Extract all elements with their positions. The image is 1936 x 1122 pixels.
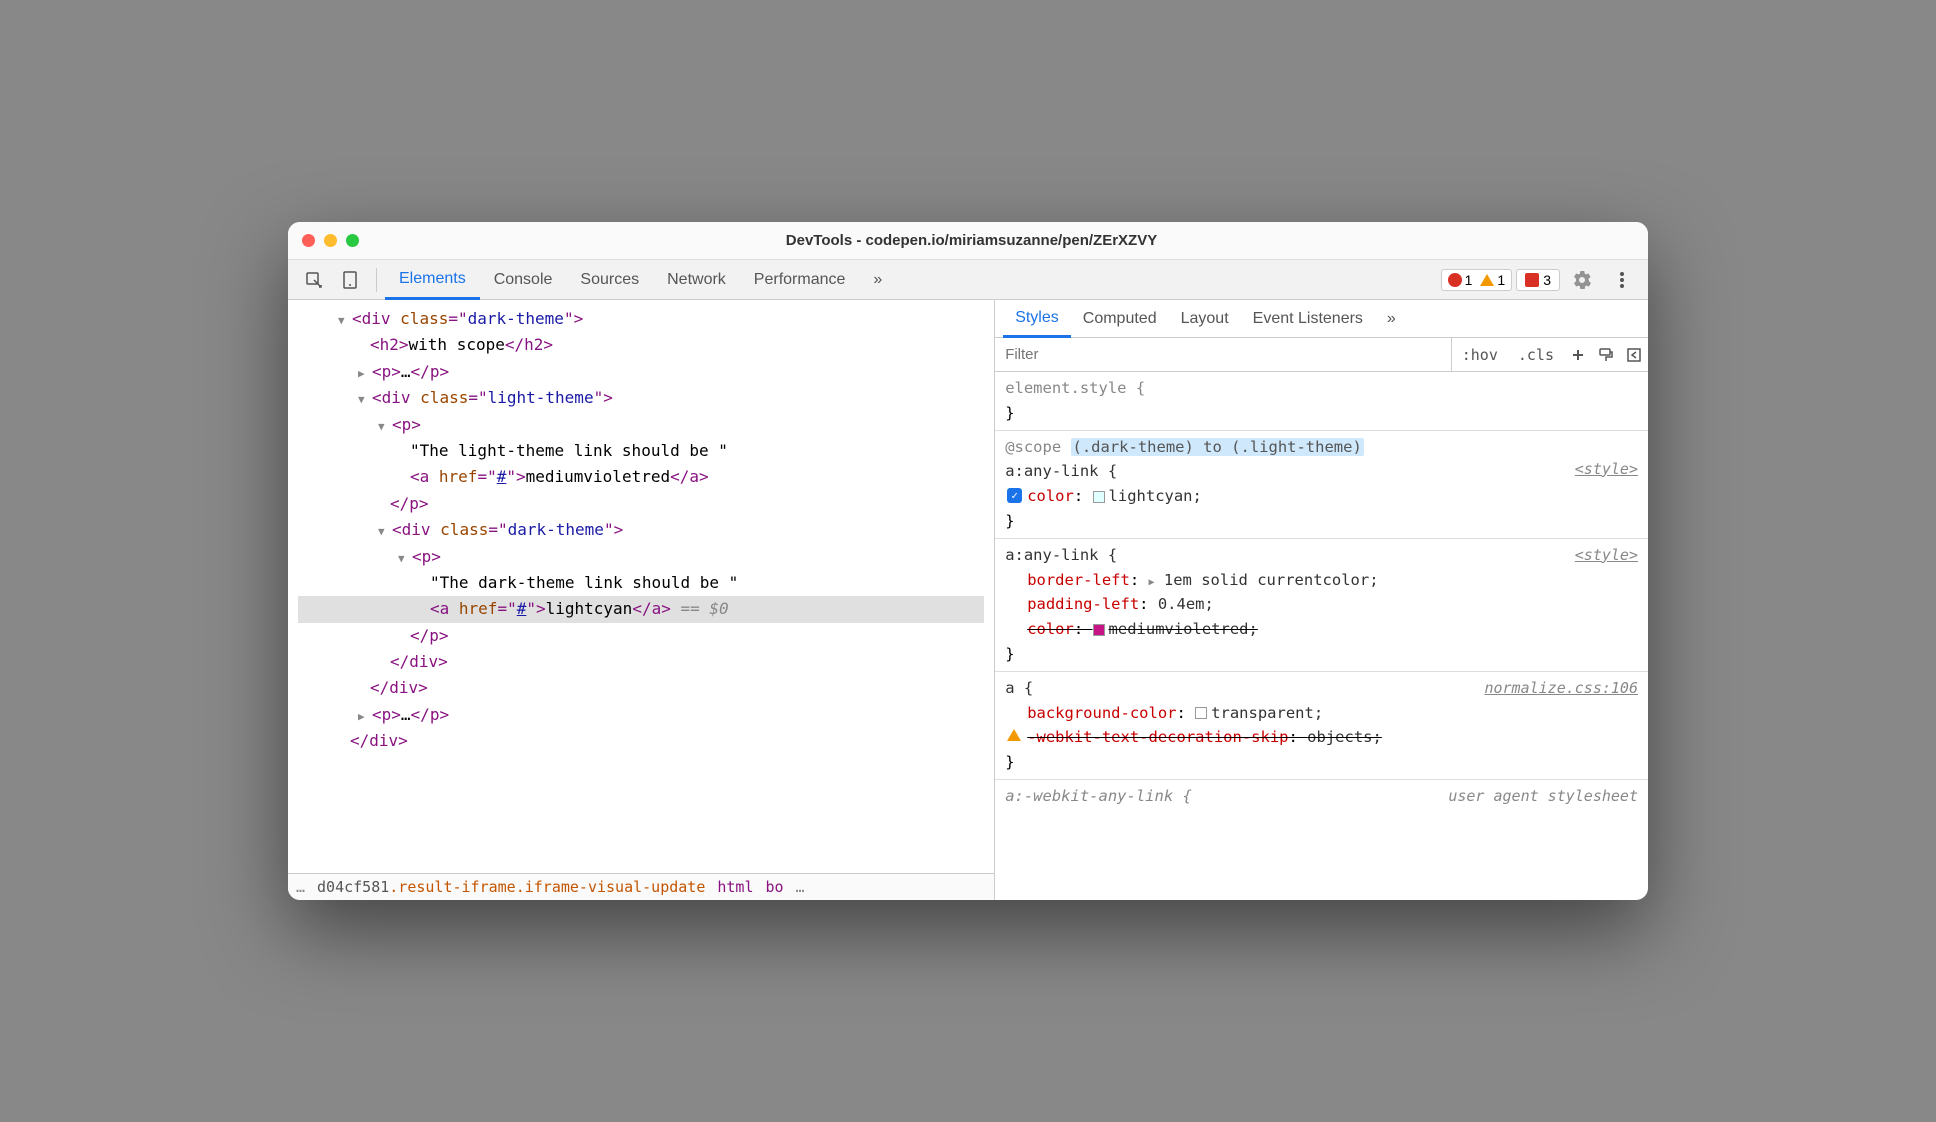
dom-node[interactable]: ▼<p> (298, 544, 984, 570)
console-badges[interactable]: 1 1 (1441, 269, 1513, 291)
main-tabs: Elements Console Sources Network Perform… (385, 260, 896, 299)
styles-tabs: Styles Computed Layout Event Listeners » (995, 300, 1648, 338)
breadcrumb-ellipsis[interactable]: … (796, 878, 805, 896)
main-toolbar: Elements Console Sources Network Perform… (288, 260, 1648, 300)
dom-node[interactable]: </div> (298, 728, 984, 754)
computed-toggle-icon[interactable] (1620, 347, 1648, 363)
dom-node[interactable]: </div> (298, 675, 984, 701)
dom-node[interactable]: <a href="#">mediumvioletred</a> (298, 464, 984, 490)
dom-node[interactable]: ▼<div class="dark-theme"> (298, 517, 984, 543)
styles-panel: Styles Computed Layout Event Listeners »… (995, 300, 1648, 900)
tab-more[interactable]: » (859, 260, 896, 299)
tab-console[interactable]: Console (480, 260, 567, 299)
filter-input[interactable] (995, 338, 1452, 371)
tab-performance[interactable]: Performance (740, 260, 860, 299)
devtools-window: DevTools - codepen.io/miriamsuzanne/pen/… (288, 222, 1648, 900)
breadcrumb-item[interactable]: d04cf581.result-iframe.iframe-visual-upd… (317, 878, 705, 896)
brace: } (1005, 401, 1638, 426)
color-swatch[interactable] (1195, 707, 1207, 719)
breadcrumbs[interactable]: … d04cf581.result-iframe.iframe-visual-u… (288, 873, 994, 900)
source-link[interactable]: normalize.css:106 (1484, 676, 1638, 700)
source-link[interactable]: <style> (1575, 457, 1638, 481)
kebab-icon[interactable] (1608, 266, 1636, 294)
selector: element.style { (1005, 376, 1638, 401)
cls-button[interactable]: .cls (1508, 346, 1564, 364)
titlebar: DevTools - codepen.io/miriamsuzanne/pen/… (288, 222, 1648, 260)
brace: } (1005, 750, 1638, 775)
issues-badge[interactable]: 3 (1516, 269, 1560, 291)
dom-node[interactable]: <h2>with scope</h2> (298, 332, 984, 358)
color-swatch[interactable] (1093, 491, 1105, 503)
toolbar-right: 1 1 3 (1441, 266, 1640, 294)
css-property[interactable]: padding-left: 0.4em; (1005, 592, 1638, 617)
main-panels: ▼<div class="dark-theme"> <h2>with scope… (288, 300, 1648, 900)
paint-icon[interactable] (1592, 347, 1620, 363)
hov-button[interactable]: :hov (1452, 346, 1508, 364)
tab-more[interactable]: » (1375, 300, 1408, 337)
separator (376, 268, 377, 292)
gear-icon[interactable] (1568, 266, 1596, 294)
css-property-invalid[interactable]: -webkit-text-decoration-skip: objects; (1005, 725, 1638, 750)
selector: a:any-link { (1005, 543, 1638, 568)
dom-text[interactable]: "The dark-theme link should be " (298, 570, 984, 596)
elements-panel: ▼<div class="dark-theme"> <h2>with scope… (288, 300, 995, 900)
style-rule[interactable]: @scope (.dark-theme) to (.light-theme) a… (995, 431, 1648, 539)
expand-icon[interactable]: ▶ (1149, 577, 1155, 588)
breadcrumb-item[interactable]: bo (765, 878, 783, 896)
dom-node[interactable]: </div> (298, 649, 984, 675)
css-property[interactable]: border-left: ▶ 1em solid currentcolor; (1005, 568, 1638, 593)
inspect-icon[interactable] (300, 266, 328, 294)
dom-node[interactable]: ▶<p>…</p> (298, 702, 984, 728)
style-rule[interactable]: a:-webkit-any-link { user agent styleshe… (995, 780, 1648, 813)
warning-badge: 1 (1480, 272, 1505, 288)
plus-icon[interactable] (1564, 348, 1592, 362)
dom-node-selected[interactable]: <a href="#">lightcyan</a> == $0 (298, 596, 984, 622)
error-badge: 1 (1448, 272, 1473, 288)
window-title: DevTools - codepen.io/miriamsuzanne/pen/… (309, 232, 1634, 249)
filter-bar: :hov .cls (995, 338, 1648, 372)
selector: a:any-link { (1005, 459, 1638, 484)
style-rule[interactable]: a { normalize.css:106 background-color: … (995, 672, 1648, 780)
tab-layout[interactable]: Layout (1169, 300, 1241, 337)
css-property[interactable]: background-color: transparent; (1005, 701, 1638, 726)
source-link: user agent stylesheet (1448, 784, 1638, 808)
dom-node[interactable]: ▼<div class="light-theme"> (298, 385, 984, 411)
tab-network[interactable]: Network (653, 260, 740, 299)
scope-line: @scope (.dark-theme) to (.light-theme) (1005, 435, 1638, 460)
source-link[interactable]: <style> (1575, 543, 1638, 567)
checkbox-icon[interactable] (1007, 488, 1022, 503)
brace: } (1005, 509, 1638, 534)
tab-listeners[interactable]: Event Listeners (1241, 300, 1375, 337)
css-property[interactable]: color: lightcyan; (1005, 484, 1638, 509)
style-rule[interactable]: a:any-link { <style> border-left: ▶ 1em … (995, 539, 1648, 672)
dom-text[interactable]: "The light-theme link should be " (298, 438, 984, 464)
dom-node[interactable]: ▶<p>…</p> (298, 359, 984, 385)
dom-node[interactable]: </p> (298, 623, 984, 649)
tab-sources[interactable]: Sources (566, 260, 653, 299)
dom-node[interactable]: ▼<div class="dark-theme"> (298, 306, 984, 332)
warning-icon (1007, 729, 1021, 741)
color-swatch[interactable] (1093, 624, 1105, 636)
dom-node[interactable]: </p> (298, 491, 984, 517)
brace: } (1005, 642, 1638, 667)
tab-elements[interactable]: Elements (385, 261, 480, 300)
dom-node[interactable]: ▼<p> (298, 412, 984, 438)
tab-styles[interactable]: Styles (1003, 301, 1071, 338)
tab-computed[interactable]: Computed (1071, 300, 1169, 337)
dom-tree[interactable]: ▼<div class="dark-theme"> <h2>with scope… (288, 300, 994, 873)
styles-rules[interactable]: element.style { } @scope (.dark-theme) t… (995, 372, 1648, 900)
breadcrumb-item[interactable]: html (717, 878, 753, 896)
css-property-overridden[interactable]: color: mediumvioletred; (1005, 617, 1638, 642)
style-rule[interactable]: element.style { } (995, 372, 1648, 431)
breadcrumb-ellipsis[interactable]: … (296, 878, 305, 896)
device-icon[interactable] (336, 266, 364, 294)
